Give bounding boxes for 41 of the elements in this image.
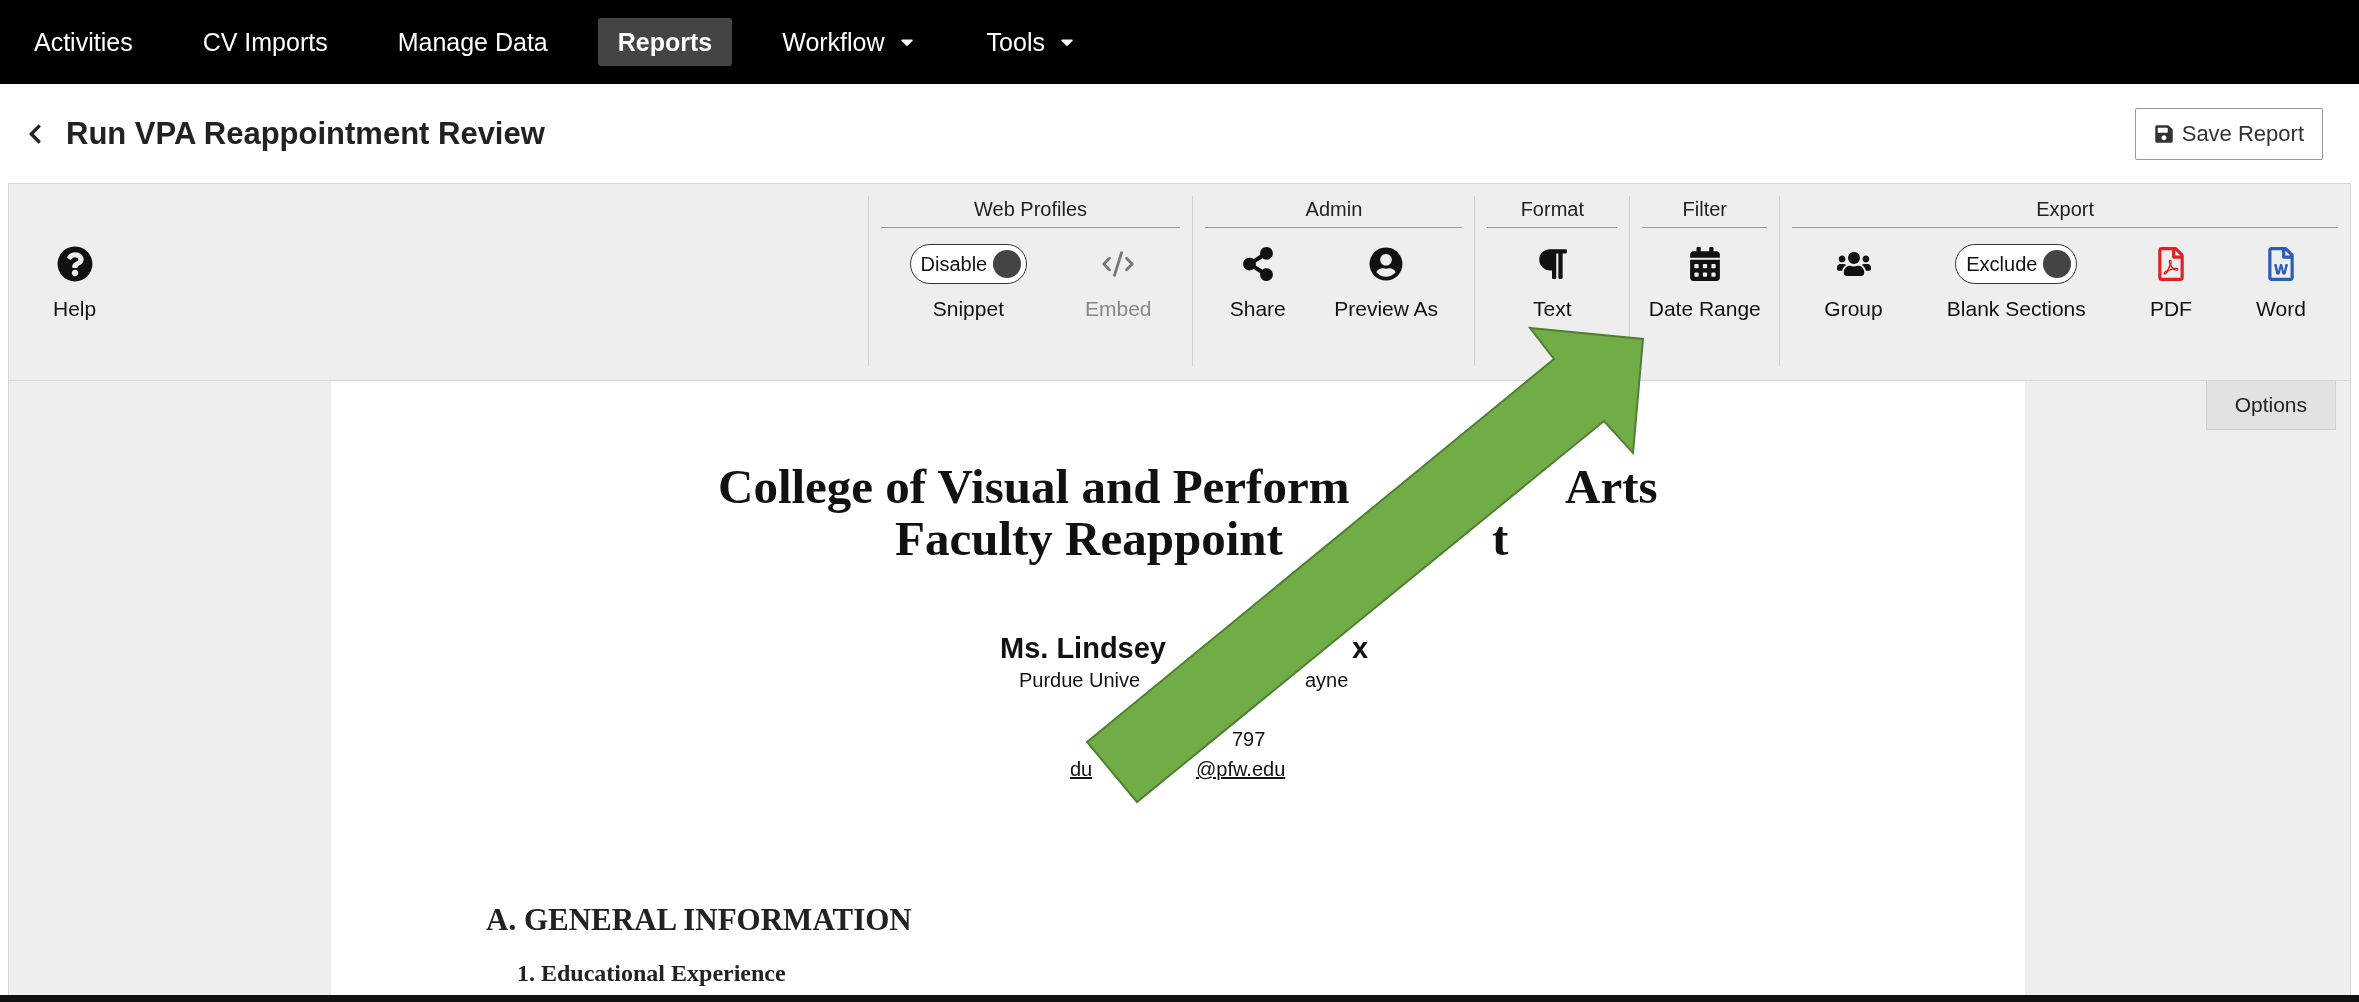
contact-text: Purdue Unive [1019,669,1141,691]
help-icon [56,245,93,282]
group-title: Web Profiles [880,196,1181,228]
person-name: Ms. Lindsey [1000,632,1166,664]
toggle-switch[interactable]: Disable [909,244,1028,284]
contact-text: ayne [1305,669,1349,691]
help-button[interactable]: Help [53,241,97,323]
toolbar-label: Blank Sections [1946,296,2086,322]
toolbar-button[interactable]: Group [1824,242,1883,323]
group-title: Export [1792,196,2338,228]
nav-tab[interactable]: Reports [597,18,733,66]
contact-text: 797 [1232,728,1266,750]
save-button[interactable]: Save Report [2134,107,2323,160]
nav-tab[interactable]: Workflow [762,18,937,66]
group-title: Format [1487,196,1618,228]
toolbar-label: Snippet [932,296,1004,322]
toolbar-button[interactable]: Share [1229,242,1286,323]
page-title: Run VPA Reappointment Review [66,115,545,152]
section-heading: A. GENERAL INFORMATION [486,901,913,939]
toolbar-button[interactable]: Preview As [1334,242,1439,323]
save-icon [2153,123,2174,144]
report-title: t [1492,511,1509,566]
toolbar-button[interactable]: Text [1533,242,1572,323]
nav-tab[interactable]: Tools [966,18,1097,66]
options-tab[interactable]: Options [2205,381,2336,430]
subsection-heading: 1. Educational Experience [517,959,787,988]
nav-tab[interactable]: Manage Data [377,18,568,66]
calendar-icon [1687,247,1722,281]
toolbar-button[interactable]: Word [2256,242,2306,323]
report-title: Faculty Reappoint [895,511,1283,566]
report-title: Arts [1565,459,1658,514]
toolbar-button[interactable]: Date Range [1648,242,1761,323]
person-name: x [1352,632,1369,664]
nav-tab[interactable]: CV Imports [182,18,348,66]
share-icon [1240,247,1275,281]
toggle-switch[interactable]: Exclude [1955,244,2078,284]
group-title: Filter [1642,196,1768,228]
nav-tab[interactable]: Activities [14,18,153,66]
report-title: College of Visual and Perform [718,459,1350,514]
group-title: Admin [1205,196,1463,228]
toolbar-button[interactable]: PDF [2149,242,2192,323]
